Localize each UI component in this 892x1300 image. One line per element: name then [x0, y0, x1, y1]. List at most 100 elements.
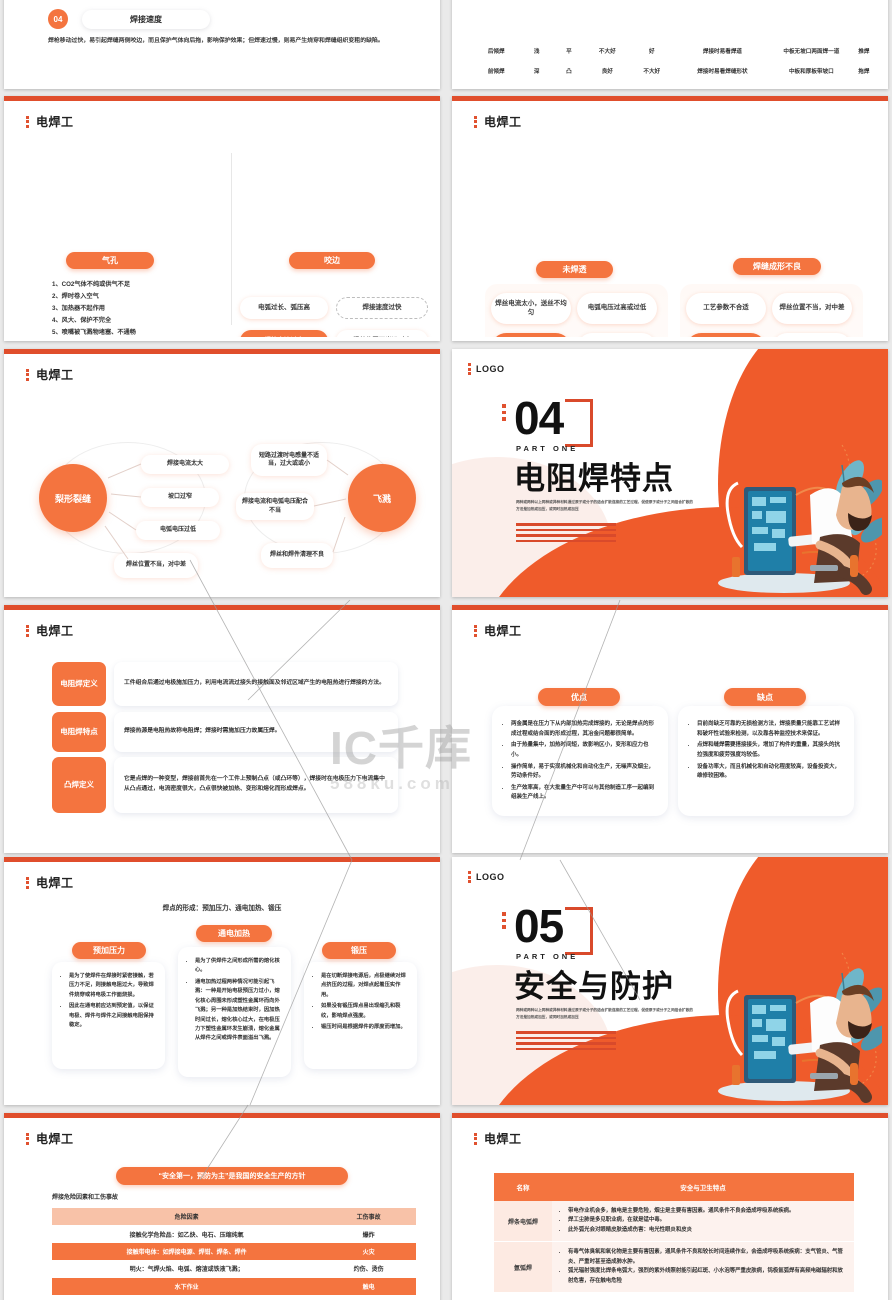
slide-resistance-welding-definition[interactable]: 电焊工 电阻焊定义 工件组合后通过电极施加压力，利用电流流过接头的接触面及邻近区域… — [4, 605, 440, 853]
column-header: 工伤事故 — [356, 1215, 381, 1222]
slide-pros-cons[interactable]: 电焊工 两金属是在压力下从内部加热完成焊接的，无论是焊点的形成过程或结合面的形成… — [452, 605, 888, 853]
table-row: 接触带电体：如焊接电源、焊钳、焊条、焊件 火灾 — [52, 1242, 416, 1261]
table-row: 接触化学危险品：如乙炔、电石、压缩纯氧 爆炸 — [52, 1225, 416, 1242]
table-cell: 火灾 — [362, 1249, 375, 1256]
table-row: 前倾焊 深 凸 良好 不大好 焊接时易看焊缝形状 中板和厚板带坡口 拖焊 — [472, 61, 876, 81]
table-cell: 浅 — [533, 49, 540, 55]
table-row: 氩弧焊有毒气体臭氧和氧化物是主要有害因素，通风条件不良和较长时间连续作业，会造成… — [494, 1241, 854, 1294]
pro-item: 操作简单，易于实现机械化和自动化生产，无噪声及烟尘，劳动条件好。 — [511, 763, 658, 782]
formation-item: 是为了使焊件在焊接时紧密接触，若压力不足，则接触电阻过大，导致焊件烧穿或将电极工… — [69, 972, 157, 1000]
definition-tag: 电阻焊特点 — [52, 712, 106, 752]
cause-pill: 焊接速度过快或过慢（在坡口内） — [491, 333, 571, 337]
slide-spot-formation[interactable]: 电焊工 焊点的形成：预加压力、通电加热、锻压 是为了使焊件在焊接时紧密接触，若压… — [4, 857, 440, 1105]
definition-text: 工件组合后通过电极施加压力，利用电流流过接头的接触面及邻近区域产生的电阻热进行焊… — [114, 662, 398, 706]
logo: LOGO — [468, 871, 505, 883]
bracket-decoration — [565, 907, 593, 955]
bead-cause-grid: 工艺参数不合适焊丝位置不当，对中差送丝轮中心偏移焊丝矫正机构调整不当导电嘴松动 — [686, 293, 852, 337]
slide-header: 电焊工 — [26, 366, 74, 383]
definition-tag: 电阻焊定义 — [52, 662, 106, 706]
penetration-cause-grid: 焊丝电流太小，送丝不均匀电弧电压过高或过低焊接速度过快或过慢（在坡口内） 坡口角度… — [491, 293, 657, 337]
table-row: 后倾焊 浅 平 不大好 好 焊接时易看焊道 中板无坡口两面焊一道 推焊 — [472, 41, 876, 61]
section-part-label: PART ONE — [516, 444, 579, 453]
welding-angle-table: 后倾焊浅平不大好好焊接时易看焊道 中板无坡口两面焊一道 推焊 前倾焊深凸良好 不大好 焊接… — [472, 41, 876, 81]
slide-welding-speed[interactable]: 04 焊接速度 焊枪移动过快，易引起焊缝两侧咬边，而且保护气体向后拖，影响保护效… — [4, 0, 440, 89]
slide-porosity-undercut[interactable]: 电焊工 气孔 1、CO2气体不纯或供气不足 2、焊时卷入空气 3、加热器不起作用 4、… — [4, 96, 440, 341]
section-slide-04[interactable]: LOGO 04 PART ONE 电阻焊特点 两种或两种以上同种或异种材料通过原… — [452, 349, 888, 597]
section-slide-05[interactable]: LOGO 05 PART ONE 安全与防护 两种或两种以上同种或异种材料通过原… — [452, 857, 888, 1105]
pros-panel: 两金属是在压力下从内部加热完成焊接的，无论是焊点的形成过程或结合面的形成过程，其… — [492, 706, 668, 816]
cause-pill: 焊丝位置不当，对中差 — [772, 293, 852, 324]
formation-item: 是为了供焊件之间形成所需的熔化核心。 — [195, 957, 283, 976]
table-cell: 坠落 — [321, 1295, 416, 1299]
dots-icon — [26, 876, 29, 889]
table-cell: 焊接时易看焊道 — [702, 49, 743, 55]
table-cell: 焊接时易看焊缝形状 — [697, 69, 748, 75]
worker-illustration — [718, 952, 882, 1103]
undercut-cause-grid: 电弧过长、弧压高焊接速度过快焊接电流过大焊丝位置不当没对中焊丝摆动不当…… — [240, 297, 436, 337]
slide-title: 电焊工 — [484, 115, 522, 129]
list-item: 5、喷嘴被飞溅物堵塞、不通畅 — [52, 329, 136, 337]
bracket-decoration — [565, 399, 593, 447]
slide-pear-crack-spatter[interactable]: 电焊工 梨形裂缝 飞溅 焊接电流太大 坡口过窄 电弧电压过低 焊丝位置不当，对中… — [4, 349, 440, 597]
cause-pill: 焊接电流过大 — [240, 330, 328, 337]
slide-incomplete-penetration[interactable]: 电焊工 未焊透 焊缝成形不良 焊丝电流太小，送丝不均匀电弧电压过高或过低焊接速度… — [452, 96, 888, 341]
table-row: 焊条电弧焊 带电作业机会多，触电是主要危险，烟尘是主要有害因素。通风条件不良会造成… — [494, 1201, 854, 1243]
section-title: 安全与防护 — [514, 969, 674, 1004]
cause-pill: 电弧电压过高或过低 — [577, 293, 657, 324]
slide-welding-angle-table[interactable]: 后倾焊浅平不大好好焊接时易看焊道 中板无坡口两面焊一道 推焊 前倾焊深凸良好 不大好 焊接… — [452, 0, 888, 89]
cause-pill: 焊丝矫正机构调整不当 — [772, 333, 852, 337]
cause-pill: 焊丝位置不当没对中 — [336, 330, 428, 337]
table-cell: 前倾焊 — [487, 69, 505, 75]
slide-title: 电焊工 — [484, 1132, 522, 1146]
logo: LOGO — [468, 363, 505, 375]
pro-item: 由于热量集中，加热时间短，故影响区小，变形和应力也小。 — [511, 741, 658, 760]
table-cell: 中板和厚板带坡口 — [788, 69, 834, 75]
pear-node: 焊丝位置不当，对中差 — [114, 553, 198, 578]
dots-icon — [26, 624, 29, 637]
logo-text: LOGO — [476, 364, 505, 374]
table-cell: 平 — [566, 49, 572, 55]
spatter-circle: 飞溅 — [348, 464, 416, 532]
welding-speed-paragraph: 焊枪移动过快，易引起焊缝两侧咬边，而且保护气体向后拖，影响保护效果；但焊速过慢，… — [48, 38, 384, 44]
table-row: 登高作业坠落 — [52, 1295, 416, 1299]
slide-safety-first[interactable]: 电焊工 “安全第一，预防为主”是我国的安全生产的方针 焊接危险因素和工伤事故 危… — [4, 1113, 440, 1300]
table-cell: 不大好 — [643, 69, 661, 75]
slide-safety-hygiene[interactable]: 电焊工 名称安全与卫生特点 焊条电弧焊 带电作业机会多，触电是主要危险，烟尘是主要… — [452, 1113, 888, 1300]
dots-icon — [502, 912, 506, 929]
list-item: 1、CO2气体不纯或供气不足 — [52, 281, 131, 288]
forging-header: 锻压 — [322, 942, 396, 959]
table-cell: 触电 — [362, 1284, 375, 1291]
table-cell: 后倾焊 — [487, 49, 505, 55]
definition-row: 凸焊定义 它是点焊的一种变型，焊接前首先在一个工件上预制凸点（或凸环等），焊接时在… — [52, 757, 398, 813]
slide-header: 电焊工 — [26, 113, 74, 130]
process-notes: 有毒气体臭氧和氧化物是主要有害因素，通风条件不良和较长时间连续作业，会造成呼吸系… — [552, 1241, 854, 1294]
slide-title: 电焊工 — [36, 1132, 74, 1146]
stripe-decoration — [516, 523, 616, 545]
column-header: 安全与卫生特点 — [552, 1173, 854, 1201]
table-row: 水下作业 触电 — [52, 1277, 416, 1295]
dots-icon — [26, 115, 29, 128]
pro-item: 生产效率高，在大批量生产中可以与其他制造工序一起编到组装生产线上。 — [511, 784, 658, 803]
cause-pill: 电弧过长、弧压高 — [240, 297, 328, 319]
slide-header: 电焊工 — [474, 622, 522, 639]
spatter-node: 短路过渡时电感量不适当，过大或或小 — [251, 444, 327, 476]
pear-node: 焊接电流太大 — [141, 455, 229, 474]
pro-item: 两金属是在压力下从内部加热完成焊接的，无论是焊点的形成过程或结合面的形成过程，其… — [511, 720, 658, 739]
preload-panel: 是为了使焊件在焊接时紧密接触，若压力不足，则接触电阻过大，导致焊件烧穿或将电极工… — [52, 962, 165, 1069]
table-row: 明火：气焊火焰、电弧、熔渣或铁液飞溅； 灼伤、烫伤 — [52, 1260, 416, 1277]
item-number-badge: 04 — [48, 9, 68, 29]
definition-row: 电阻焊特点 焊接热源是电阻热故称电阻焊；焊接时需施加压力故属压焊。 — [52, 712, 398, 752]
dots-icon — [26, 368, 29, 381]
dots-icon — [474, 115, 477, 128]
section-description: 两种或两种以上同种或异种材料通过原子或分子的结合扩散连接的工艺过程，促使原子或分… — [516, 500, 693, 511]
table-cell: 水下作业 — [174, 1284, 199, 1291]
porosity-header: 气孔 — [66, 252, 154, 269]
cons-header: 缺点 — [724, 688, 806, 706]
worker-illustration — [718, 444, 882, 595]
definition-text: 焊接热源是电阻热故称电阻焊；焊接时需施加压力故属压焊。 — [114, 712, 398, 752]
column-header: 名称 — [494, 1173, 552, 1201]
dots-icon — [468, 871, 471, 883]
porosity-cause-list: 1、CO2气体不纯或供气不足 2、焊时卷入空气 3、加热器不起作用 4、风大、保护不完… — [52, 279, 232, 337]
column-header: 危险因素 — [174, 1215, 199, 1222]
pros-header: 优点 — [538, 688, 620, 706]
